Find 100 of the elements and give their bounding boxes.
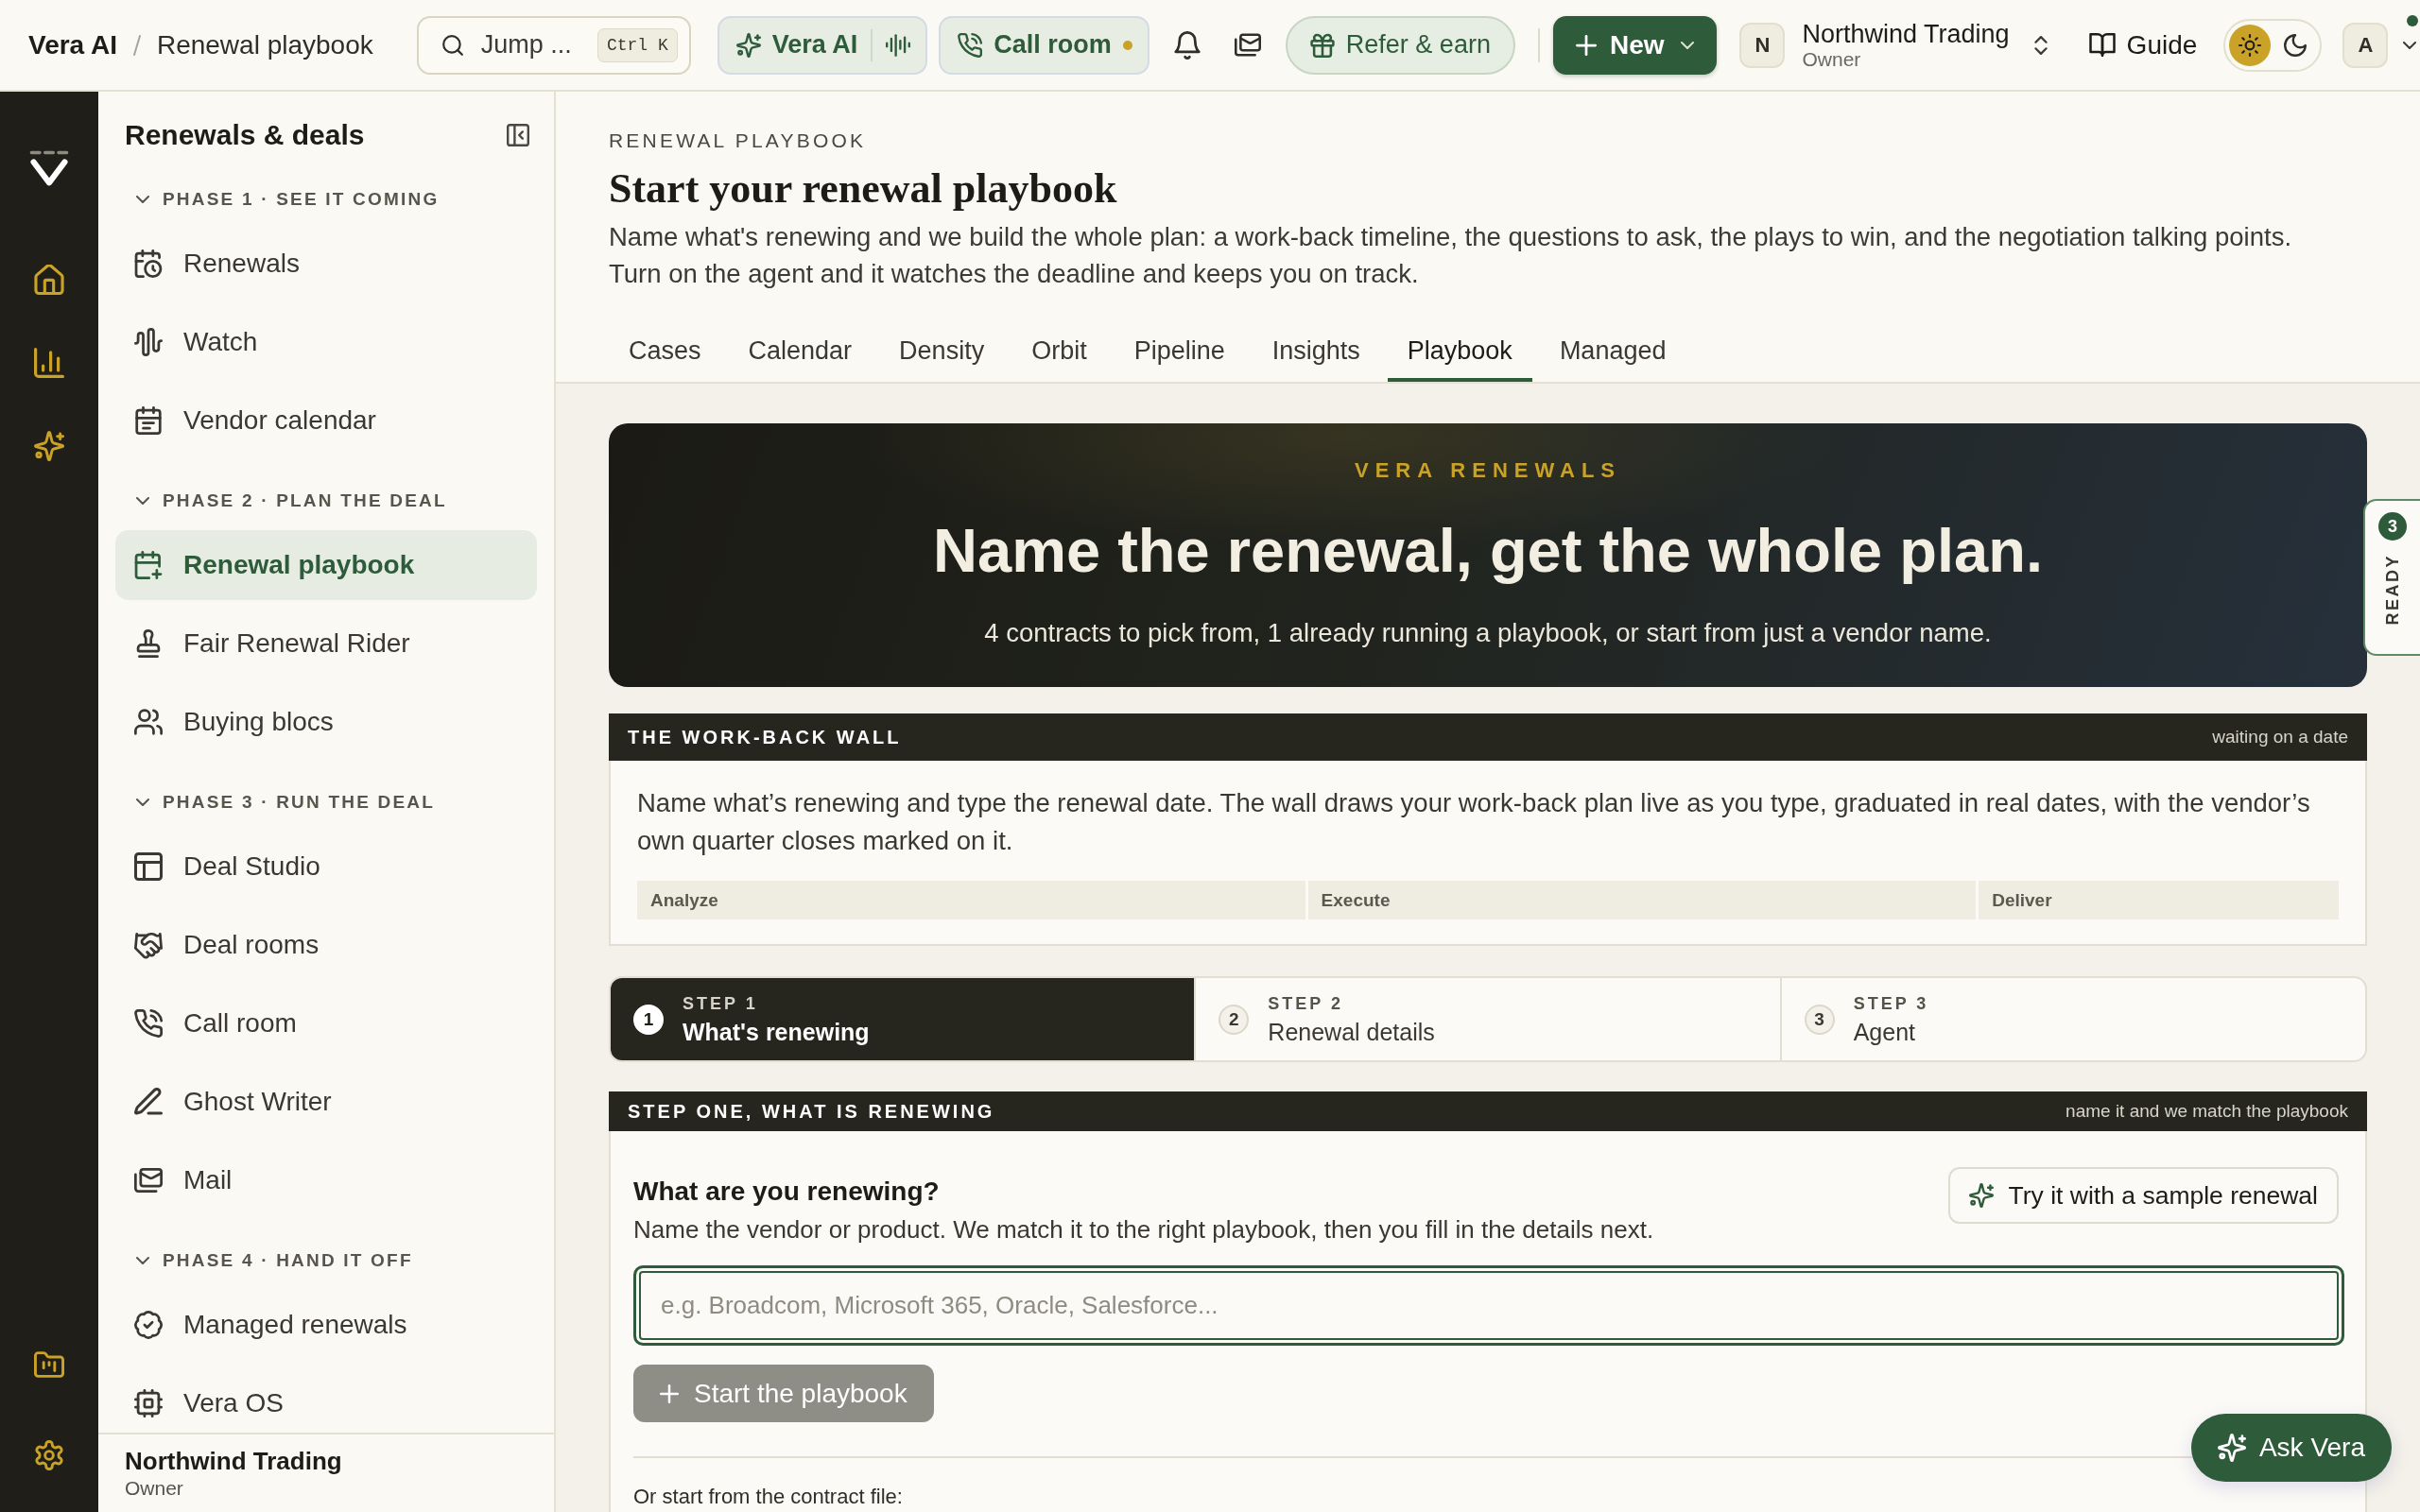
account-avatar[interactable]: A: [2342, 22, 2389, 68]
step-tab[interactable]: 3 STEP 3 Agent: [1779, 978, 2365, 1060]
section-header[interactable]: PHASE 4 · HAND IT OFF: [115, 1240, 537, 1281]
tab[interactable]: Managed: [1539, 323, 1686, 382]
ready-tab[interactable]: 3 READY: [2363, 499, 2420, 656]
step-tab[interactable]: 2 STEP 2 Renewal details: [1194, 978, 1780, 1060]
sidebar-toggle-icon[interactable]: [507, 124, 529, 146]
sidebar-title: Renewals & deals: [125, 118, 365, 152]
contract-prompt: Or start from the contract file:: [633, 1485, 903, 1509]
bar-chart-icon[interactable]: [34, 348, 64, 378]
page-description: Name what's renewing and we build the whole plan: a work-back timeline, the questions to ask, the plays to win, and the negotiation talking points. Turn on the agent and it watches the deadline and keeps you on track.: [609, 221, 2293, 290]
gift-icon: [1309, 32, 1335, 58]
moon-icon[interactable]: [2283, 32, 2308, 58]
sidebar-item[interactable]: Mail: [115, 1145, 537, 1215]
count-badge: 3: [2378, 512, 2407, 541]
mail-icon: [134, 1166, 163, 1194]
sidebar-item[interactable]: Deal Studio: [115, 832, 537, 902]
question-description: Name the vendor or product. We match it to the right playbook, then you fill in the details next.: [633, 1214, 1654, 1246]
step-number: 1: [633, 1004, 664, 1035]
logo-icon[interactable]: [28, 150, 70, 186]
section-header[interactable]: PHASE 3 · RUN THE DEAL: [115, 782, 537, 823]
sidebar-item[interactable]: Vera OS: [115, 1368, 537, 1433]
refer-button[interactable]: Refer & earn: [1285, 15, 1515, 75]
sidebar-item[interactable]: Ghost Writer: [115, 1067, 537, 1137]
step-title: What's renewing: [683, 1017, 870, 1046]
tab[interactable]: Pipeline: [1114, 323, 1245, 382]
ready-label: READY: [2382, 554, 2403, 626]
sparkles-icon[interactable]: [34, 431, 64, 461]
sidebar-item[interactable]: Fair Renewal Rider: [115, 609, 537, 679]
question-title: What are you renewing?: [633, 1176, 941, 1208]
step-number: 2: [1219, 1004, 1250, 1035]
stamp-icon: [134, 629, 163, 658]
pen-icon: [134, 1088, 163, 1116]
wall-description: Name what’s renewing and type the renewal date. The wall draws your work-back plan live as you type, graduated in real dates, with the vendor’s own quarter closes marked on it.: [637, 787, 2311, 857]
hero-headline: Name the renewal, get the whole plan.: [932, 515, 2044, 587]
ask-vera-button[interactable]: Ask Vera: [2190, 1414, 2392, 1482]
tab[interactable]: Insights: [1252, 323, 1380, 382]
settings-icon[interactable]: [34, 1440, 64, 1470]
sidebar-item[interactable]: Buying blocs: [115, 687, 537, 757]
hero-eyebrow: VERA RENEWALS: [1353, 458, 1623, 483]
slash-icon: [131, 32, 142, 58]
mail-icon[interactable]: [1234, 33, 1261, 57]
step-header-title: STEP ONE, WHAT IS RENEWING: [628, 1100, 995, 1123]
workspace-name: Northwind Trading: [1802, 19, 2010, 48]
section-header[interactable]: PHASE 2 · PLAN THE DEAL: [115, 480, 537, 522]
sidebar-item[interactable]: Managed renewals: [115, 1290, 537, 1360]
page-title: Start your renewal playbook: [609, 165, 1118, 213]
search-icon: [441, 33, 464, 57]
call-room-button[interactable]: Call room: [939, 15, 1150, 75]
step-header-hint: name it and we match the playbook: [2066, 1101, 2348, 1122]
new-button[interactable]: New: [1552, 15, 1718, 75]
tab[interactable]: Orbit: [1011, 323, 1107, 382]
chevrons-up-down-icon[interactable]: [2033, 35, 2048, 55]
step-label: STEP 3: [1853, 992, 1929, 1014]
sparkles-icon: [2217, 1434, 2246, 1462]
step-label: STEP 2: [1268, 992, 1345, 1014]
breadcrumb-link[interactable]: Vera AI: [28, 29, 117, 60]
folder-icon[interactable]: [34, 1349, 64, 1380]
phase-lane: Deliver: [1979, 881, 2339, 919]
tab[interactable]: Playbook: [1387, 323, 1532, 382]
step-title: Agent: [1853, 1017, 1916, 1046]
section-header[interactable]: PHASE 1 · SEE IT COMING: [115, 179, 537, 220]
tab[interactable]: Calendar: [728, 323, 873, 382]
sidebar-item[interactable]: Vendor calendar: [115, 386, 537, 455]
chevron-down-icon: [1681, 41, 1695, 49]
step-title: Renewal details: [1268, 1017, 1435, 1046]
sidebar-item[interactable]: Watch: [115, 307, 537, 377]
workspace-role: Owner: [125, 1476, 184, 1501]
layout-icon: [134, 852, 163, 881]
tab[interactable]: Density: [879, 323, 1005, 382]
sidebar-item[interactable]: Deal rooms: [115, 910, 537, 980]
sidebar-item[interactable]: Renewal playbook: [115, 530, 537, 600]
step-label: STEP 1: [683, 992, 759, 1014]
people-icon: [134, 708, 163, 736]
phone-icon: [134, 1009, 163, 1038]
sample-button[interactable]: Try it with a sample renewal: [1947, 1167, 2339, 1224]
vendor-input[interactable]: e.g. Broadcom, Microsoft 365, Oracle, Salesforce...: [633, 1265, 2344, 1346]
breadcrumb-current: Renewal playbook: [156, 29, 373, 60]
step-tab[interactable]: 1 STEP 1 What's renewing: [611, 978, 1195, 1060]
phase-lane: Analyze: [637, 881, 1305, 919]
waveform-icon: [886, 32, 911, 58]
vera-ai-button[interactable]: Vera AI: [717, 15, 928, 75]
tab[interactable]: Cases: [609, 323, 721, 382]
plus-icon: [1575, 34, 1597, 56]
sparkles-icon: [1968, 1183, 1994, 1208]
calendar-icon: [134, 406, 163, 435]
step-number: 3: [1804, 1004, 1835, 1035]
workspace-name: Northwind Trading: [125, 1446, 343, 1476]
sparkles-icon: [735, 32, 761, 58]
sidebar-item[interactable]: Call room: [115, 988, 537, 1058]
chevron-down-icon[interactable]: [2403, 41, 2417, 49]
guide-link[interactable]: Guide: [2088, 29, 2198, 60]
notification-bell-icon[interactable]: [1173, 30, 1201, 60]
hero-summary: 4 contracts to pick from, 1 already running a playbook, or start from just a vendor name.: [983, 617, 1993, 649]
calendar-plus-icon: [134, 551, 163, 579]
sidebar-item[interactable]: Renewals: [115, 229, 537, 299]
badge-check-icon: [134, 1311, 163, 1339]
sun-icon[interactable]: [2229, 24, 2272, 66]
chip-icon: [134, 1389, 163, 1418]
home-icon[interactable]: [34, 265, 64, 295]
